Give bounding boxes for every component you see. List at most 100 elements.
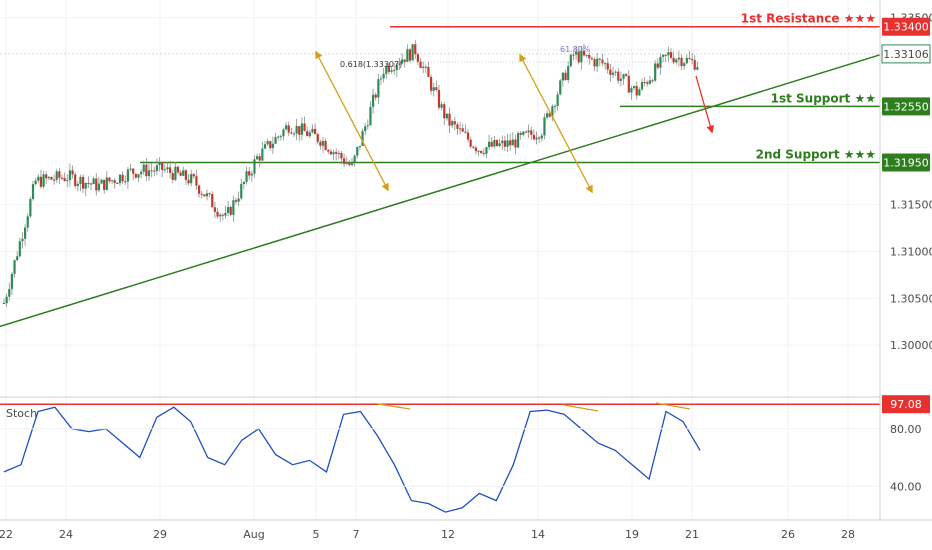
candle-body xyxy=(451,121,454,126)
candle-body xyxy=(411,44,414,61)
candle-body xyxy=(219,214,222,217)
level-label: 2nd Support ★★★ xyxy=(756,148,876,162)
candle-body xyxy=(60,177,64,179)
candle-body xyxy=(656,63,659,68)
candle-body xyxy=(474,147,478,152)
candle-body xyxy=(287,125,290,133)
candle-body xyxy=(42,174,45,187)
level-label: 1st Resistance ★★★ xyxy=(741,12,876,26)
candle-body xyxy=(690,58,694,60)
candle-body xyxy=(556,94,559,106)
candle-body xyxy=(485,147,488,154)
candle-body xyxy=(585,54,588,56)
candle-body xyxy=(569,54,572,67)
candle-body xyxy=(625,74,628,76)
candle-body xyxy=(316,134,319,142)
candle-body xyxy=(371,94,375,107)
candle-body xyxy=(437,89,441,108)
candle-body xyxy=(208,193,211,195)
candle-body xyxy=(514,139,517,148)
candle-body xyxy=(651,80,654,82)
candle-body xyxy=(617,71,620,81)
candle-body xyxy=(445,113,449,119)
candle-body xyxy=(171,172,174,180)
candle-body xyxy=(627,75,630,93)
candle-body xyxy=(606,63,609,70)
candle-body xyxy=(37,176,40,181)
candle-body xyxy=(71,170,74,175)
candle-body xyxy=(213,207,217,212)
stoch-title: Stoch xyxy=(6,407,37,420)
candle-body xyxy=(603,63,607,65)
y-tick-label: 1.30000 xyxy=(890,339,932,352)
candle-body xyxy=(13,260,16,274)
candle-body xyxy=(593,59,596,67)
candle-body xyxy=(440,104,443,108)
candle-body xyxy=(16,256,19,261)
level-label: 1st Support ★★ xyxy=(771,91,876,105)
candle-body xyxy=(39,176,43,187)
x-tick-label: 29 xyxy=(153,528,167,541)
candle-body xyxy=(10,273,14,290)
candle-body xyxy=(661,54,665,57)
candle-body xyxy=(693,59,696,70)
level-badge-text: 1.32550 xyxy=(883,100,929,113)
candle-body xyxy=(240,183,243,199)
candle-body xyxy=(166,167,169,170)
overbought-text: 97.08 xyxy=(890,398,922,411)
candle-body xyxy=(685,57,688,64)
candle-body xyxy=(89,183,93,185)
candle-body xyxy=(224,212,227,216)
candle-body xyxy=(79,176,82,184)
candle-body xyxy=(242,181,246,184)
candle-body xyxy=(84,182,87,189)
candle-body xyxy=(379,78,383,80)
candle-body xyxy=(279,136,282,138)
candle-body xyxy=(419,61,422,68)
candle-body xyxy=(92,178,95,185)
candle-body xyxy=(638,89,641,96)
candle-body xyxy=(572,54,575,56)
candle-body xyxy=(8,289,11,297)
x-tick-label: 21 xyxy=(685,528,699,541)
candle-body xyxy=(63,178,66,181)
candle-body xyxy=(635,86,638,96)
candle-body xyxy=(374,94,377,98)
candle-body xyxy=(134,173,137,178)
candle-body xyxy=(672,57,675,63)
candle-body xyxy=(203,194,206,197)
x-tick-label: 19 xyxy=(625,528,639,541)
candle-body xyxy=(435,87,438,90)
candle-body xyxy=(619,78,623,81)
candle-body xyxy=(509,140,512,146)
candle-body xyxy=(667,52,670,56)
candle-body xyxy=(335,152,338,154)
candle-body xyxy=(340,152,343,159)
candle-body xyxy=(519,133,522,135)
candle-body xyxy=(358,145,362,147)
x-tick-label: 22 xyxy=(0,528,13,541)
candle-body xyxy=(677,57,681,60)
candle-body xyxy=(553,105,557,107)
candle-body xyxy=(345,163,348,165)
candle-body xyxy=(588,54,591,59)
candle-body xyxy=(292,133,296,135)
candle-body xyxy=(216,211,219,217)
candle-body xyxy=(382,73,385,79)
candle-body xyxy=(306,131,309,137)
candle-body xyxy=(495,140,499,147)
y-tick-label: 1.31000 xyxy=(890,246,932,259)
candle-body xyxy=(132,168,135,174)
candle-body xyxy=(68,170,72,181)
candle-body xyxy=(535,137,538,140)
x-tick-label: 5 xyxy=(313,528,320,541)
candle-body xyxy=(87,182,90,184)
candle-body xyxy=(29,198,32,217)
candle-body xyxy=(229,206,232,215)
candle-body xyxy=(319,141,322,146)
candle-body xyxy=(590,58,594,60)
candle-body xyxy=(245,171,248,182)
candle-body xyxy=(226,206,230,213)
candle-body xyxy=(516,133,520,148)
candle-body xyxy=(427,66,430,77)
